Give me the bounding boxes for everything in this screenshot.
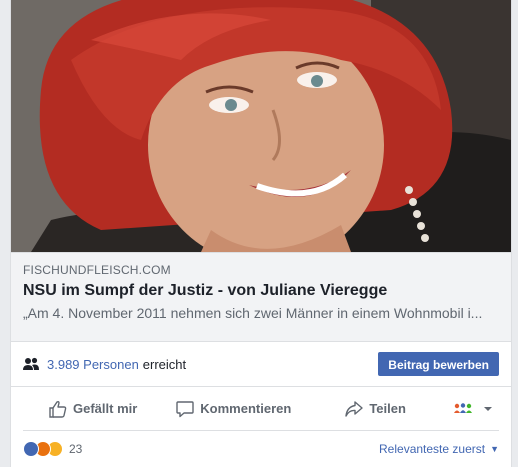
- people-icon: [23, 357, 39, 370]
- reach-info: 3.989 Personen erreicht: [23, 357, 186, 372]
- share-icon: [345, 400, 364, 417]
- reach-suffix: erreicht: [142, 356, 187, 372]
- comment-icon: [176, 400, 194, 417]
- like-label: Gefällt mir: [73, 401, 138, 416]
- reach-count-link[interactable]: 3.989 Personen: [47, 357, 139, 372]
- boost-post-button[interactable]: Beitrag bewerben: [378, 352, 499, 376]
- comment-sort-dropdown[interactable]: Relevanteste zuerst ▼: [379, 442, 499, 456]
- reaction-icons: [23, 441, 63, 457]
- share-button[interactable]: Teilen: [345, 400, 406, 418]
- sort-label: Relevanteste zuerst: [379, 442, 486, 456]
- post-image[interactable]: [11, 0, 511, 252]
- link-domain: FISCHUNDFLEISCH.COM: [23, 263, 171, 277]
- audience-icon: [454, 402, 472, 413]
- reaction-summary[interactable]: 23: [23, 441, 82, 457]
- share-label: Teilen: [369, 401, 406, 416]
- reaction-count: 23: [69, 442, 83, 456]
- chevron-down-icon: [484, 406, 492, 411]
- link-description: „Am 4. November 2011 nehmen sich zwei Mä…: [23, 305, 483, 321]
- thumbs-up-icon: [49, 400, 67, 418]
- like-icon: [23, 441, 39, 457]
- audience-selector[interactable]: [453, 402, 499, 416]
- caret-down-icon: ▼: [490, 444, 499, 454]
- action-bar: Gefällt mir Kommentieren Teilen: [23, 387, 499, 431]
- comment-button[interactable]: Kommentieren: [176, 400, 291, 418]
- like-button[interactable]: Gefällt mir: [49, 400, 137, 418]
- link-title[interactable]: NSU im Sumpf der Justiz - von Juliane Vi…: [23, 280, 499, 302]
- reach-bar: 3.989 Personen erreicht Beitrag bewerben: [11, 342, 511, 387]
- post-card: FISCHUNDFLEISCH.COM NSU im Sumpf der Jus…: [10, 0, 512, 467]
- portrait-illustration: [11, 0, 511, 252]
- link-preview[interactable]: FISCHUNDFLEISCH.COM NSU im Sumpf der Jus…: [11, 252, 511, 342]
- comment-label: Kommentieren: [200, 401, 292, 416]
- reactions-bar: 23 Relevanteste zuerst ▼: [11, 431, 511, 467]
